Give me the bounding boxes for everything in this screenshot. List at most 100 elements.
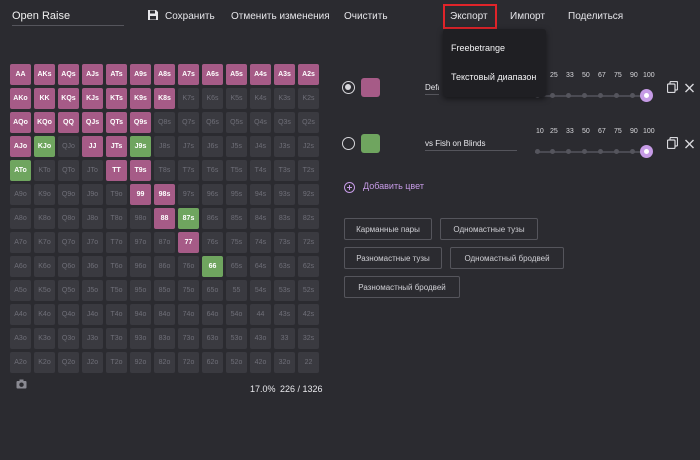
hand-cell[interactable]: 53s <box>274 280 295 301</box>
hand-cell[interactable]: KQo <box>34 112 55 133</box>
hand-cell[interactable]: KJo <box>34 136 55 157</box>
hand-cell[interactable]: J9o <box>82 184 103 205</box>
hand-cell[interactable]: 54s <box>250 280 271 301</box>
hand-cell[interactable]: K3o <box>34 328 55 349</box>
hand-cell[interactable]: 64s <box>250 256 271 277</box>
hand-cell[interactable]: K5s <box>226 88 247 109</box>
hand-cell[interactable]: J7s <box>178 136 199 157</box>
clear-button[interactable]: Очистить <box>344 9 388 25</box>
hand-cell[interactable]: 95s <box>226 184 247 205</box>
copy-icon[interactable] <box>667 81 678 93</box>
hand-cell[interactable]: Q5s <box>226 112 247 133</box>
export-button[interactable]: Экспорт <box>450 9 488 25</box>
hand-cell[interactable]: 87o <box>154 232 175 253</box>
hand-cell[interactable]: T5s <box>226 160 247 181</box>
hand-cell[interactable]: AQs <box>58 64 79 85</box>
hand-cell[interactable]: J8s <box>154 136 175 157</box>
save-button[interactable]: Сохранить <box>147 9 215 25</box>
hand-cell[interactable]: KJs <box>82 88 103 109</box>
slider-knob-fish[interactable] <box>640 145 653 158</box>
hand-cell[interactable]: A5s <box>226 64 247 85</box>
export-menu-item-freebetrange[interactable]: Freebetrange <box>451 43 505 53</box>
hand-cell[interactable]: 72o <box>178 352 199 373</box>
hand-cell[interactable]: 85s <box>226 208 247 229</box>
hand-cell[interactable]: J5s <box>226 136 247 157</box>
preset-pocket-pairs[interactable]: Карманные пары <box>344 218 432 240</box>
hand-cell[interactable]: Q8o <box>58 208 79 229</box>
hand-cell[interactable]: Q4o <box>58 304 79 325</box>
hand-cell[interactable]: T7s <box>178 160 199 181</box>
color-swatch-default[interactable] <box>361 78 380 97</box>
hand-cell[interactable]: 77 <box>178 232 199 253</box>
hand-cell[interactable]: 92s <box>298 184 319 205</box>
hand-cell[interactable]: 65s <box>226 256 247 277</box>
hand-cell[interactable]: 72s <box>298 232 319 253</box>
preset-suited-aces[interactable]: Одномастные тузы <box>440 218 538 240</box>
hand-cell[interactable]: 94s <box>250 184 271 205</box>
color-radio-fish[interactable] <box>342 137 355 150</box>
camera-icon[interactable] <box>16 379 27 389</box>
hand-cell[interactable]: K8o <box>34 208 55 229</box>
hand-cell[interactable]: 33 <box>274 328 295 349</box>
add-color-icon[interactable] <box>344 182 355 193</box>
hand-cell[interactable]: QTo <box>58 160 79 181</box>
hand-cell[interactable]: Q7o <box>58 232 79 253</box>
hand-cell[interactable]: 43s <box>274 304 295 325</box>
close-icon[interactable] <box>684 82 695 94</box>
hand-cell[interactable]: A9o <box>10 184 31 205</box>
preset-offsuit-broadway[interactable]: Разномастный бродвей <box>344 276 460 298</box>
hand-cell[interactable]: K4s <box>250 88 271 109</box>
hand-cell[interactable]: T3o <box>106 328 127 349</box>
hand-cell[interactable]: ATo <box>10 160 31 181</box>
hand-cell[interactable]: AA <box>10 64 31 85</box>
hand-cell[interactable]: K2o <box>34 352 55 373</box>
preset-suited-broadway[interactable]: Одномастный бродвей <box>450 247 564 269</box>
hand-cell[interactable]: K2s <box>298 88 319 109</box>
hand-cell[interactable]: T8s <box>154 160 175 181</box>
hand-cell[interactable]: 82o <box>154 352 175 373</box>
hand-cell[interactable]: J6o <box>82 256 103 277</box>
hand-cell[interactable]: J2s <box>298 136 319 157</box>
hand-cell[interactable]: KTs <box>106 88 127 109</box>
hand-cell[interactable]: 93s <box>274 184 295 205</box>
hand-cell[interactable]: Q8s <box>154 112 175 133</box>
hand-cell[interactable]: 98s <box>154 184 175 205</box>
hand-cell[interactable]: Q2o <box>58 352 79 373</box>
hand-cell[interactable]: J9s <box>130 136 151 157</box>
hand-cell[interactable]: JTo <box>82 160 103 181</box>
hand-cell[interactable]: K7o <box>34 232 55 253</box>
hand-cell[interactable]: 86s <box>202 208 223 229</box>
hand-cell[interactable]: K5o <box>34 280 55 301</box>
hand-cell[interactable]: J6s <box>202 136 223 157</box>
hand-cell[interactable]: 43o <box>250 328 271 349</box>
hand-cell[interactable]: A8o <box>10 208 31 229</box>
hand-cell[interactable]: 74s <box>250 232 271 253</box>
hand-cell[interactable]: A2s <box>298 64 319 85</box>
hand-cell[interactable]: A5o <box>10 280 31 301</box>
hand-cell[interactable]: 88 <box>154 208 175 229</box>
hand-cell[interactable]: A4s <box>250 64 271 85</box>
slider-knob-default[interactable] <box>640 89 653 102</box>
hand-cell[interactable]: 32s <box>298 328 319 349</box>
hand-cell[interactable]: JTs <box>106 136 127 157</box>
hand-cell[interactable]: J7o <box>82 232 103 253</box>
hand-cell[interactable]: A9s <box>130 64 151 85</box>
hand-cell[interactable]: T9o <box>106 184 127 205</box>
hand-cell[interactable]: A3s <box>274 64 295 85</box>
hand-cell[interactable]: 62o <box>202 352 223 373</box>
hand-cell[interactable]: 97s <box>178 184 199 205</box>
hand-cell[interactable]: A2o <box>10 352 31 373</box>
hand-cell[interactable]: 42s <box>298 304 319 325</box>
hand-cell[interactable]: J3s <box>274 136 295 157</box>
hand-cell[interactable]: 52s <box>298 280 319 301</box>
add-color-button[interactable]: Добавить цвет <box>363 181 424 191</box>
copy-icon[interactable] <box>667 137 678 149</box>
hand-cell[interactable]: A8s <box>154 64 175 85</box>
hand-cell[interactable]: 98o <box>130 208 151 229</box>
export-menu-item-text-range[interactable]: Текстовый диапазон <box>451 72 536 82</box>
hand-cell[interactable]: 54o <box>226 304 247 325</box>
hand-cell[interactable]: A7s <box>178 64 199 85</box>
hand-cell[interactable]: 94o <box>130 304 151 325</box>
hand-cell[interactable]: T2s <box>298 160 319 181</box>
hand-cell[interactable]: T2o <box>106 352 127 373</box>
